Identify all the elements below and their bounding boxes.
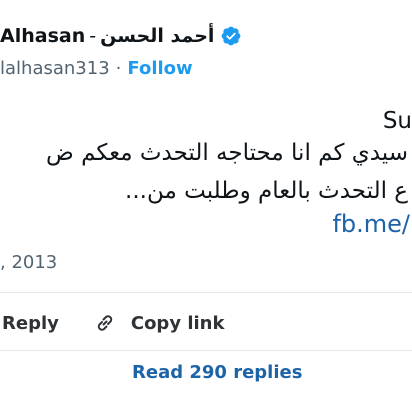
divider [0,350,412,351]
author-name-separator: - [89,25,97,47]
author-name-latin[interactable]: Alhasan [0,25,85,47]
tweet-link[interactable]: fb.me/ [332,210,410,238]
handle-dot: · [115,57,122,79]
copy-link-button[interactable]: Copy link [93,311,225,335]
action-bar: Reply Copy link [0,307,224,339]
verified-badge-icon [220,25,242,47]
copy-link-label: Copy link [130,312,225,334]
author-line: Alhasan - أحمد الحسن [0,22,242,50]
tweet-text-line-3: ع التحدث بالعام وطلبت من... [125,178,408,204]
author-name-arabic[interactable]: أحمد الحسن [100,25,214,47]
author-handle[interactable]: lalhasan313 [0,58,110,79]
link-icon [97,315,113,331]
tweet-text-line-1: Su [382,108,412,134]
tweet-date[interactable]: , 2013 [0,252,57,273]
read-replies-button[interactable]: Read 290 replies [132,362,302,390]
divider [0,292,412,293]
reply-button[interactable]: Reply [2,313,59,334]
handle-line: lalhasan313 · Follow [0,56,193,80]
follow-button[interactable]: Follow [127,58,192,79]
tweet-text-line-2: سيدي كم انا محتاجه التحدث معكم ض [45,140,408,166]
